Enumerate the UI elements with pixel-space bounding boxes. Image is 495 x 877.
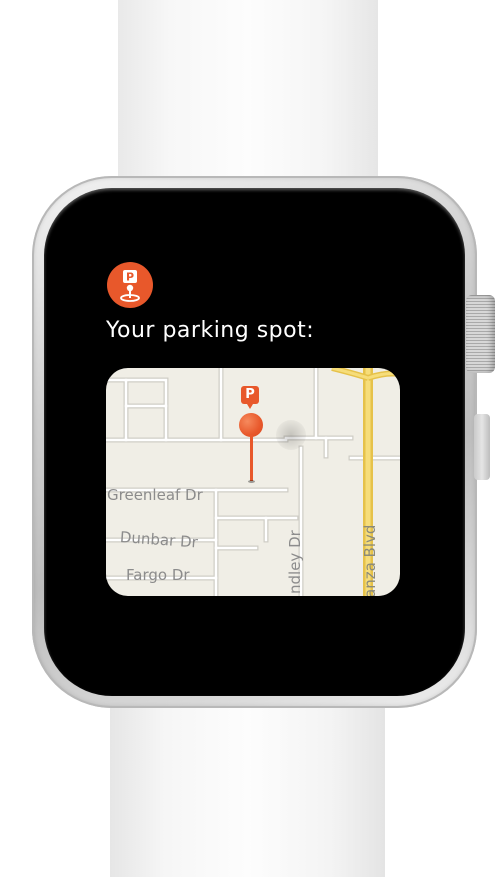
parking-pin-icon[interactable]: P bbox=[107, 262, 153, 308]
map-pin-icon[interactable] bbox=[239, 413, 263, 437]
street-label-greenleaf: Greenleaf Dr bbox=[107, 486, 203, 504]
digital-crown[interactable] bbox=[466, 295, 495, 373]
map-pin-stem bbox=[250, 435, 253, 481]
parking-map[interactable]: Greenleaf Dr Dunbar Dr Fargo Dr ndley Dr… bbox=[106, 368, 400, 596]
street-label-fargo: Fargo Dr bbox=[126, 566, 190, 584]
page-title: Your parking spot: bbox=[106, 318, 315, 343]
watch-strap-top bbox=[118, 0, 378, 200]
side-button[interactable] bbox=[474, 414, 490, 480]
svg-text:P: P bbox=[126, 271, 134, 284]
map-pin-base bbox=[248, 480, 255, 483]
street-label-handley: ndley Dr bbox=[286, 530, 304, 594]
parking-badge-icon: P bbox=[241, 386, 259, 409]
pin-shadow bbox=[276, 420, 306, 450]
street-label-boulevard: anza Blvd bbox=[361, 524, 379, 596]
watch-strap-bottom bbox=[110, 680, 385, 877]
